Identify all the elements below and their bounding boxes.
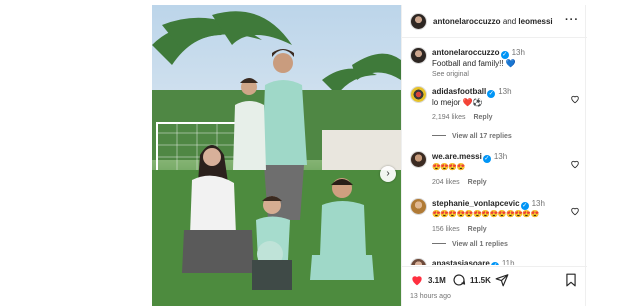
caption-text: Football and family!! 💙 — [432, 59, 516, 68]
comments-list[interactable]: antonelaroccuzzo ✓ 13h Football and family… — [402, 39, 587, 265]
comment-likes[interactable]: 156 likes — [432, 226, 460, 233]
comment-avatar[interactable] — [410, 258, 427, 265]
reply-button[interactable]: Reply — [468, 226, 487, 233]
caption-avatar[interactable] — [410, 47, 427, 64]
comment-text: 😍😍😍😍 — [432, 164, 465, 171]
verified-badge-icon: ✓ — [490, 262, 499, 265]
post-header: antonelaroccuzzo and leomessi ··· — [402, 5, 587, 38]
comment-likes[interactable]: 204 likes — [432, 179, 460, 186]
caption-username[interactable]: antonelaroccuzzo — [432, 48, 500, 57]
comment-username[interactable]: adidasfootball — [432, 87, 486, 96]
comment-icon — [453, 274, 466, 286]
like-button[interactable]: 3.1M — [410, 273, 446, 287]
reply-button[interactable]: Reply — [468, 179, 487, 186]
heart-icon[interactable] — [570, 94, 580, 104]
comment-username[interactable]: stephanie_vonlapcevic — [432, 199, 520, 208]
author-avatar[interactable] — [410, 12, 427, 30]
comment-time: 13h — [493, 152, 508, 161]
post-photo: › — [152, 5, 401, 306]
verified-badge-icon: ✓ — [482, 155, 491, 163]
comments-count[interactable]: 11.5K — [470, 276, 491, 285]
see-original-link[interactable]: See original — [432, 70, 572, 79]
comment-avatar[interactable] — [410, 198, 427, 215]
comment-avatar[interactable] — [410, 151, 427, 168]
post-actions: 3.1M 11.5K 13 hours ago — [402, 266, 587, 306]
comment-text: lo mejor ❤️⚽ — [432, 98, 483, 107]
verified-badge-icon: ✓ — [500, 51, 509, 59]
verified-badge-icon: ✓ — [487, 90, 496, 98]
likes-count[interactable]: 3.1M — [428, 276, 446, 285]
coauthor-username[interactable]: leomessi — [518, 17, 552, 26]
author-separator: and — [502, 16, 517, 26]
comment-button[interactable]: 11.5K — [452, 273, 491, 287]
caption-time: 13h — [511, 48, 525, 57]
post-authors: antonelaroccuzzo and leomessi — [433, 17, 553, 26]
view-replies-link[interactable]: View all 17 replies — [432, 133, 512, 140]
comment-likes[interactable]: 2,194 likes — [432, 114, 465, 121]
comment-time: 11h — [501, 259, 515, 265]
heart-icon[interactable] — [570, 206, 580, 216]
more-horizontal-icon[interactable]: ··· — [565, 14, 579, 26]
comment-text: 😍😍😍😍😍😍😍😍😍😍😍😍😍 — [432, 211, 539, 218]
share-button[interactable] — [495, 273, 509, 287]
author-username[interactable]: antonelaroccuzzo — [433, 17, 501, 26]
heart-icon[interactable] — [570, 159, 580, 169]
reply-button[interactable]: Reply — [473, 114, 492, 121]
send-icon — [495, 274, 509, 287]
view-replies-link[interactable]: View all 1 replies — [432, 241, 508, 248]
comment-time: 13h — [498, 87, 512, 96]
verified-badge-icon: ✓ — [520, 202, 529, 210]
post-time-ago: 13 hours ago — [410, 293, 451, 300]
next-photo-button[interactable]: › — [380, 166, 396, 182]
post-sidebar: antonelaroccuzzo and leomessi ··· antone… — [401, 5, 587, 306]
save-button[interactable] — [565, 273, 577, 287]
bookmark-icon — [566, 273, 576, 287]
comment-time: 13h — [531, 199, 545, 208]
comment-avatar[interactable] — [410, 86, 427, 103]
heart-filled-icon — [412, 276, 422, 286]
comment-username[interactable]: we.are.messi — [432, 152, 482, 161]
comment-username[interactable]: anastasiasoare — [432, 259, 490, 265]
